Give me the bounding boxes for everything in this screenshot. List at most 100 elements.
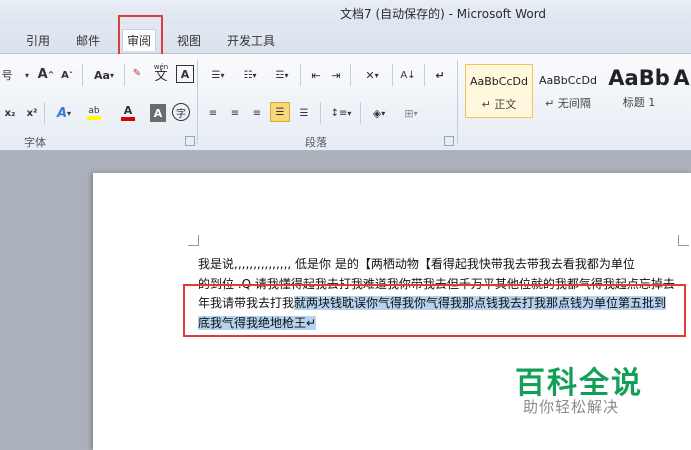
justify-icon: ☰ bbox=[275, 106, 285, 118]
style-no-spacing[interactable]: AaBbCcDd ↵ 无间隔 bbox=[535, 64, 601, 116]
font-color-icon: A bbox=[123, 104, 133, 117]
margin-mark bbox=[678, 235, 689, 246]
distributed-icon: ☰ bbox=[299, 107, 309, 119]
style-name: ↵ 无间隔 bbox=[545, 97, 591, 110]
increase-indent-icon: ⇥ bbox=[331, 68, 341, 82]
align-left-button[interactable]: ≡ bbox=[205, 104, 221, 122]
phonetic-guide-button[interactable]: wén 文 bbox=[150, 60, 172, 84]
tab-mailings[interactable]: 邮件 bbox=[76, 32, 100, 49]
style-name: 标题 1 bbox=[622, 96, 656, 109]
enclose-characters-button[interactable]: 字 bbox=[172, 103, 190, 121]
ribbon-home: 号 ▾ A ^ Aˇ Aa ▾ ✎ wén 文 A x₂ x² A ▾ ab A A 字… bbox=[0, 54, 691, 151]
sort-button[interactable]: A↓ bbox=[398, 66, 418, 84]
font-color-button[interactable]: A bbox=[116, 102, 140, 124]
style-name: ↵ 正文 bbox=[481, 98, 517, 111]
divider bbox=[124, 64, 125, 86]
clear-formatting-icon: ✎ bbox=[132, 67, 142, 79]
watermark-subtitle: 助你轻松解决 bbox=[523, 398, 620, 416]
align-left-icon: ≡ bbox=[208, 107, 218, 119]
ribbon-tabs: 引用 邮件 审阅 视图 开发工具 bbox=[0, 24, 691, 54]
font-dialog-launcher-icon[interactable] bbox=[185, 136, 195, 146]
divider bbox=[300, 64, 301, 86]
divider bbox=[360, 102, 361, 124]
highlighter-icon: ab bbox=[88, 106, 100, 116]
ruler bbox=[0, 151, 691, 173]
character-shading-icon: A bbox=[153, 106, 163, 120]
text-effects-button[interactable]: A ▾ bbox=[52, 104, 76, 122]
shrink-font-icon: A bbox=[61, 69, 69, 81]
line-spacing-icon: ↕≡ bbox=[330, 107, 348, 119]
change-case-button[interactable]: Aa ▾ bbox=[90, 66, 118, 84]
shrink-font-button[interactable]: Aˇ bbox=[58, 66, 76, 84]
decrease-indent-icon: ⇤ bbox=[311, 68, 321, 82]
grow-font-icon: A bbox=[37, 66, 48, 82]
style-sample: AaBbCcDd bbox=[539, 74, 597, 87]
multilevel-list-button[interactable]: ☲ ▾ bbox=[269, 66, 295, 84]
divider bbox=[197, 60, 198, 144]
highlight-color-button[interactable]: ab bbox=[82, 102, 106, 124]
font-size-arrow-icon[interactable]: ▾ bbox=[22, 66, 32, 84]
divider bbox=[350, 64, 351, 86]
tab-references[interactable]: 引用 bbox=[26, 32, 50, 49]
borders-icon: ⊞ bbox=[404, 106, 414, 120]
selection-highlight-box bbox=[183, 284, 686, 337]
text-run: 我是说,,,,,,,,,,,,,,, 低是你 是的【两栖动物【看得起我快带我去带… bbox=[198, 257, 635, 271]
divider bbox=[82, 64, 83, 86]
align-right-button[interactable]: ≡ bbox=[249, 104, 265, 122]
divider bbox=[457, 60, 458, 144]
justify-button[interactable]: ☰ bbox=[270, 102, 290, 122]
paragraph-group-label: 段落 bbox=[305, 136, 327, 149]
font-group-label: 字体 bbox=[24, 136, 46, 149]
phonetic-char: 文 bbox=[154, 69, 168, 84]
increase-indent-button[interactable]: ⇥ bbox=[328, 66, 344, 84]
tab-view[interactable]: 视图 bbox=[177, 32, 201, 49]
superscript-button[interactable]: x² bbox=[24, 104, 40, 122]
style-normal[interactable]: AaBbCcDd ↵ 正文 bbox=[465, 64, 533, 118]
divider bbox=[44, 102, 45, 124]
style-sample: AaBbCcDd bbox=[470, 75, 528, 88]
divider bbox=[320, 102, 321, 124]
chinese-layout-button[interactable]: ✕ ▾ bbox=[360, 66, 384, 84]
font-size-dropdown[interactable]: 号 bbox=[0, 66, 14, 84]
divider bbox=[424, 64, 425, 86]
multilevel-list-icon: ☲ bbox=[275, 69, 285, 81]
bullets-button[interactable]: ☰ ▾ bbox=[205, 66, 231, 84]
character-shading-button[interactable]: A bbox=[150, 104, 166, 122]
style-heading-1[interactable]: AaBb 标题 1 bbox=[606, 64, 672, 116]
text-effects-icon: A bbox=[56, 105, 68, 121]
bullets-icon: ☰ bbox=[211, 69, 221, 81]
align-right-icon: ≡ bbox=[252, 107, 262, 119]
text-line: 我是说,,,,,,,,,,,,,,, 低是你 是的【两栖动物【看得起我快带我去带… bbox=[198, 255, 678, 275]
chinese-layout-icon: ✕ bbox=[365, 68, 375, 82]
numbering-button[interactable]: ☷ ▾ bbox=[237, 66, 263, 84]
clear-formatting-button[interactable]: ✎ bbox=[128, 64, 146, 82]
numbering-icon: ☷ bbox=[243, 69, 253, 81]
paint-bucket-icon: ◈ bbox=[372, 106, 382, 120]
character-border-icon: A bbox=[180, 67, 190, 81]
change-case-icon: Aa bbox=[94, 68, 110, 82]
align-center-button[interactable]: ≡ bbox=[227, 104, 243, 122]
paragraph-mark-icon: ↵ bbox=[435, 68, 445, 82]
shading-button[interactable]: ◈ ▾ bbox=[366, 104, 392, 122]
borders-button[interactable]: ⊞ ▾ bbox=[398, 104, 424, 122]
margin-mark bbox=[188, 235, 199, 246]
character-border-button[interactable]: A bbox=[176, 65, 194, 83]
grow-font-button[interactable]: A ^ bbox=[37, 65, 55, 83]
review-tab-highlight-box bbox=[118, 15, 163, 57]
paragraph-dialog-launcher-icon[interactable] bbox=[444, 136, 454, 146]
subscript-button[interactable]: x₂ bbox=[2, 104, 18, 122]
align-center-icon: ≡ bbox=[230, 107, 240, 119]
show-marks-button[interactable]: ↵ bbox=[432, 66, 448, 84]
style-sample: AaBb bbox=[608, 66, 670, 90]
line-spacing-button[interactable]: ↕≡ ▾ bbox=[328, 104, 354, 122]
title-bar: 文档7 (自动保存的) - Microsoft Word bbox=[0, 0, 691, 24]
decrease-indent-button[interactable]: ⇤ bbox=[308, 66, 324, 84]
enclose-characters-icon: 字 bbox=[176, 108, 186, 120]
window-title: 文档7 (自动保存的) - Microsoft Word bbox=[340, 7, 547, 21]
tab-developer[interactable]: 开发工具 bbox=[227, 32, 275, 49]
sort-icon: A↓ bbox=[400, 69, 416, 81]
style-sample: A bbox=[673, 66, 690, 90]
style-heading-2[interactable]: A bbox=[672, 64, 691, 116]
distributed-button[interactable]: ☰ bbox=[296, 104, 312, 122]
divider bbox=[392, 64, 393, 86]
